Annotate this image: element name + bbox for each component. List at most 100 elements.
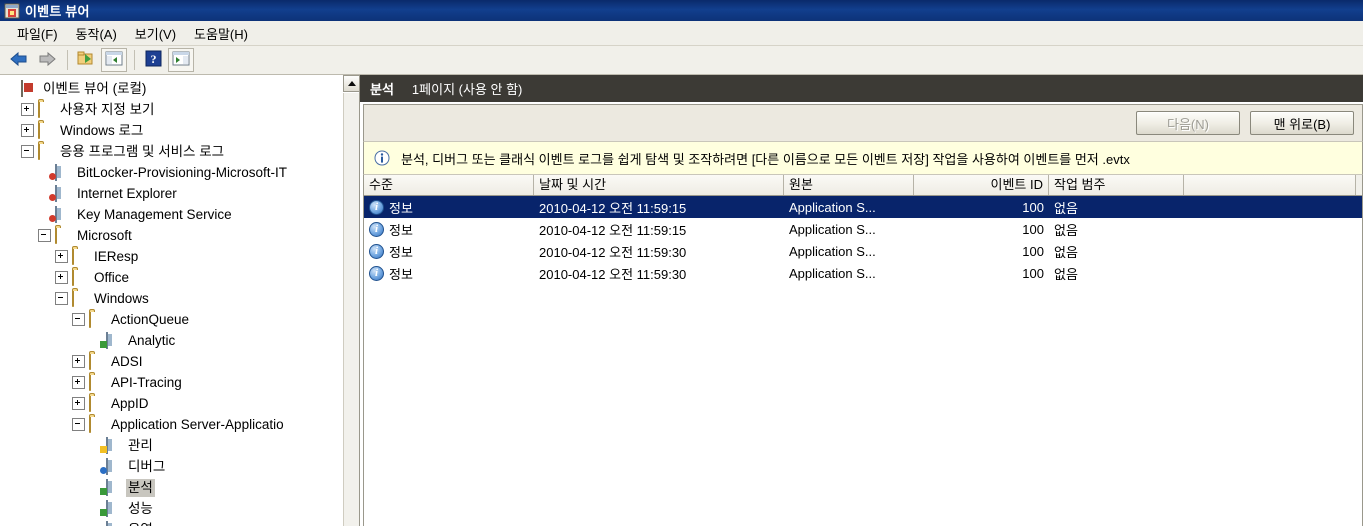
- expand-icon[interactable]: [55, 271, 68, 284]
- tree-item[interactable]: Analytic: [0, 330, 334, 351]
- toolbar-separator-1: [67, 50, 68, 70]
- expand-icon[interactable]: [72, 376, 85, 389]
- tree-item[interactable]: 성능: [0, 498, 334, 519]
- tree-item[interactable]: ActionQueue: [0, 309, 334, 330]
- tree-item[interactable]: 관리: [0, 435, 334, 456]
- analytic-log-icon: [100, 479, 122, 496]
- information-bar: 분석, 디버그 또는 클래식 이벤트 로그를 쉽게 탐색 및 조작하려면 [다른…: [363, 142, 1363, 175]
- tree-item[interactable]: 분석: [0, 477, 334, 498]
- folder-app-services-logs-icon: [38, 143, 54, 160]
- show-hide-tree-button[interactable]: [73, 48, 99, 72]
- column-header[interactable]: 작업 범주: [1049, 175, 1184, 195]
- back-button[interactable]: [6, 48, 32, 72]
- tree-item-label: 사용자 지정 보기: [60, 101, 155, 117]
- menu-help[interactable]: 도움말(H): [185, 21, 257, 46]
- collapse-icon[interactable]: [55, 292, 68, 305]
- column-header[interactable]: [1184, 175, 1356, 195]
- tree-item-label: IEResp: [94, 248, 139, 264]
- tree-item[interactable]: API-Tracing: [0, 372, 334, 393]
- next-page-button[interactable]: 다음(N): [1136, 111, 1240, 135]
- column-header[interactable]: 이벤트 ID: [914, 175, 1049, 195]
- menu-action[interactable]: 동작(A): [67, 21, 126, 46]
- pane-header: 분석 1페이지 (사용 안 함): [360, 75, 1363, 102]
- show-action-pane-button[interactable]: [168, 48, 194, 72]
- tree-item-label: Analytic: [128, 332, 176, 348]
- tree-item-label: 운영: [126, 521, 155, 526]
- tree-item[interactable]: Internet Explorer: [0, 183, 334, 204]
- cell-datetime: 2010-04-12 오전 11:59:15: [534, 198, 784, 217]
- top-page-button[interactable]: 맨 위로(B): [1250, 111, 1354, 135]
- column-header[interactable]: 날짜 및 시간: [534, 175, 784, 195]
- tree-item-label: Windows: [94, 290, 149, 306]
- toolbar: ?: [0, 46, 1363, 75]
- forward-icon: [37, 51, 57, 70]
- cell-source: Application S...: [784, 222, 914, 237]
- collapse-icon[interactable]: [72, 313, 85, 326]
- tree-item[interactable]: 이벤트 뷰어 (로컬): [0, 78, 334, 99]
- cell-datetime: 2010-04-12 오전 11:59:30: [534, 242, 784, 261]
- cell-event_id: 100: [914, 244, 1049, 259]
- properties-button[interactable]: [101, 48, 127, 72]
- tree-item-label: Windows 로그: [60, 122, 144, 138]
- collapse-icon[interactable]: [72, 418, 85, 431]
- toolbar-separator-2: [134, 50, 135, 70]
- help-button[interactable]: ?: [140, 48, 166, 72]
- folder-icon: [89, 311, 105, 328]
- table-row[interactable]: i 정보 2010-04-12 오전 11:59:15 Application S..…: [364, 196, 1362, 218]
- scroll-up-button[interactable]: [343, 75, 359, 92]
- expand-icon[interactable]: [72, 355, 85, 368]
- cell-text: 없음: [1054, 266, 1078, 282]
- cell-text: 100: [1022, 199, 1044, 215]
- tree-item[interactable]: 운영: [0, 519, 334, 526]
- tree-item[interactable]: Office: [0, 267, 334, 288]
- tree-item-label: 이벤트 뷰어 (로컬): [43, 80, 147, 96]
- folder-icon: [55, 227, 71, 244]
- tree-item[interactable]: 디버그: [0, 456, 334, 477]
- expand-icon[interactable]: [72, 397, 85, 410]
- tree-item[interactable]: 응용 프로그램 및 서비스 로그: [0, 141, 334, 162]
- tree-item-label: AppID: [111, 395, 149, 411]
- cell-text: 정보: [389, 222, 413, 238]
- folder-icon: [89, 416, 105, 433]
- table-row[interactable]: i 정보 2010-04-12 오전 11:59:15 Application S..…: [364, 218, 1362, 240]
- folder-icon: [72, 269, 88, 286]
- cell-level: i 정보: [364, 264, 534, 283]
- console-tree-pane: 이벤트 뷰어 (로컬) 사용자 지정 보기 Windows 로그응용 프로그램 및 …: [0, 75, 360, 526]
- tree-item[interactable]: BitLocker-Provisioning-Microsoft-IT: [0, 162, 334, 183]
- expand-icon[interactable]: [21, 124, 34, 137]
- cell-text: 2010-04-12 오전 11:59:15: [539, 200, 687, 216]
- operational-log-icon: [106, 521, 122, 526]
- tree-item[interactable]: IEResp: [0, 246, 334, 267]
- folder-custom-views-icon: [38, 101, 54, 118]
- collapse-icon[interactable]: [21, 145, 34, 158]
- scroll-track[interactable]: [343, 93, 359, 526]
- collapse-icon[interactable]: [38, 229, 51, 242]
- event-viewer-icon: [21, 80, 37, 97]
- expand-icon[interactable]: [55, 250, 68, 263]
- column-header[interactable]: 수준: [364, 175, 534, 195]
- column-header[interactable]: 원본: [784, 175, 914, 195]
- tree-item[interactable]: Key Management Service: [0, 204, 334, 225]
- tree-item[interactable]: AppID: [0, 393, 334, 414]
- menu-file[interactable]: 파일(F): [8, 21, 67, 46]
- table-row[interactable]: i 정보 2010-04-12 오전 11:59:30 Application S..…: [364, 262, 1362, 284]
- cell-datetime: 2010-04-12 오전 11:59:30: [534, 264, 784, 283]
- tree-item[interactable]: 사용자 지정 보기: [0, 99, 334, 120]
- forward-button[interactable]: [34, 48, 60, 72]
- tree-item[interactable]: Application Server-Applicatio: [0, 414, 334, 435]
- tree-item[interactable]: Microsoft: [0, 225, 334, 246]
- table-row[interactable]: i 정보 2010-04-12 오전 11:59:30 Application S..…: [364, 240, 1362, 262]
- cell-source: Application S...: [784, 244, 914, 259]
- details-pane: 분석 1페이지 (사용 안 함) 다음(N) 맨 위로(B) 분석, 디버그 또…: [360, 75, 1363, 526]
- question-mark-icon: ?: [145, 50, 162, 70]
- tree-item[interactable]: ADSI: [0, 351, 334, 372]
- cell-event_id: 100: [914, 266, 1049, 281]
- expand-icon[interactable]: [21, 103, 34, 116]
- tree-item[interactable]: Windows 로그: [0, 120, 334, 141]
- tree-vertical-scrollbar[interactable]: [342, 75, 359, 526]
- folder-windows-logs-icon: [38, 122, 54, 139]
- cell-text: Application S...: [789, 221, 876, 237]
- pane-subtitle: 1페이지 (사용 안 함): [411, 82, 523, 97]
- menu-view[interactable]: 보기(V): [126, 21, 185, 46]
- tree-item[interactable]: Windows: [0, 288, 334, 309]
